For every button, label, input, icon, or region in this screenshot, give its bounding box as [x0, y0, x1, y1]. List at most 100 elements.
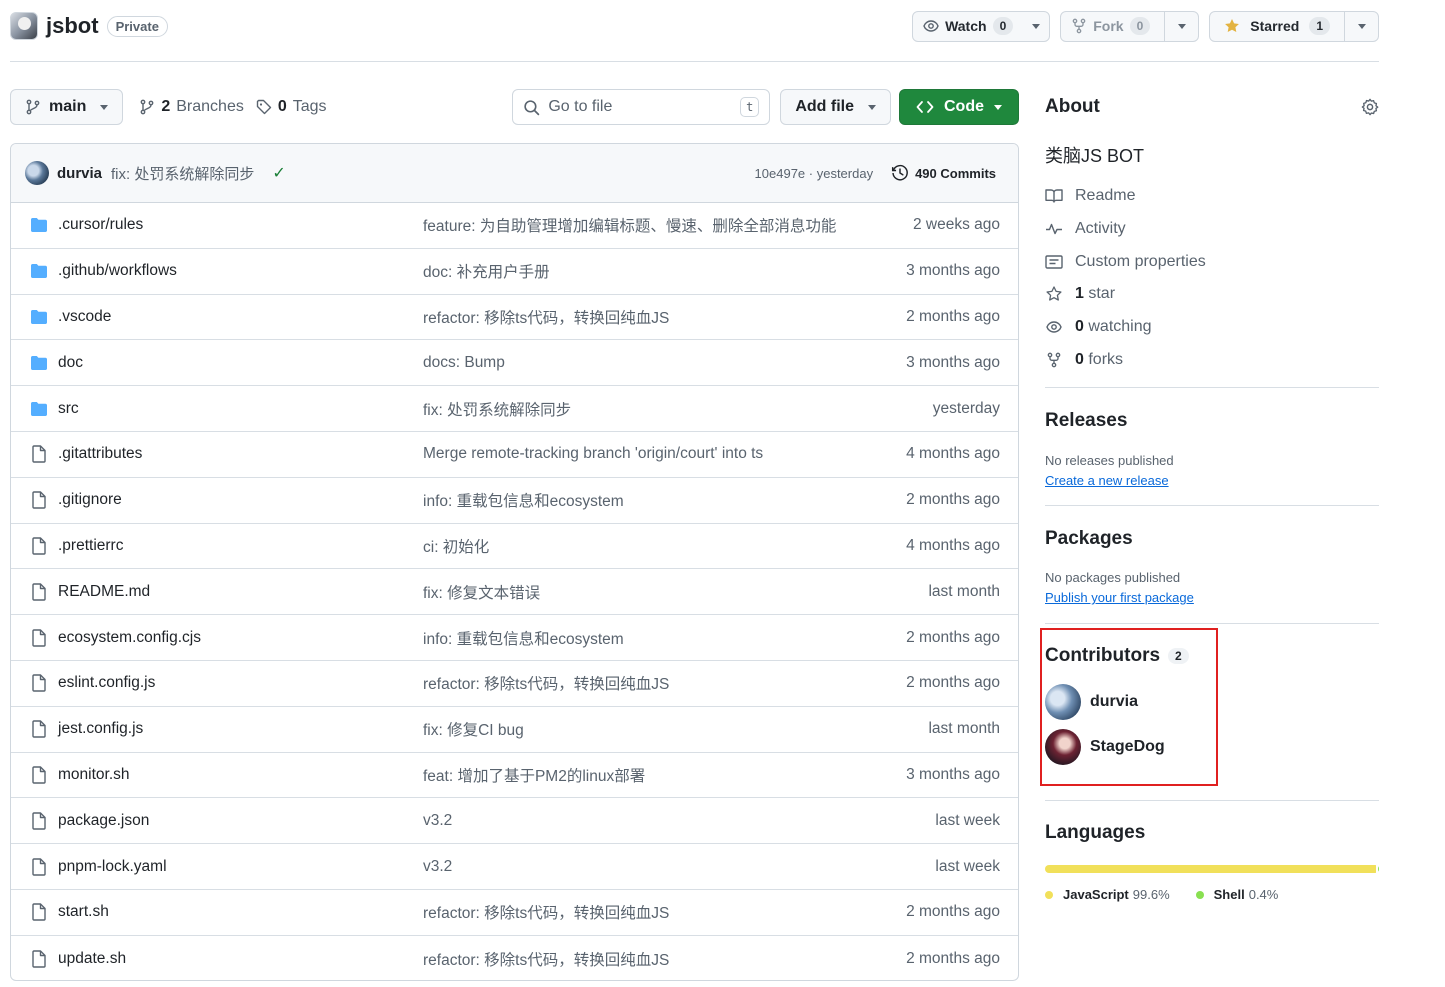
file-row[interactable]: .gitignore info: 重载包信息和ecosystem 2 months … — [11, 478, 1018, 524]
file-name[interactable]: .vscode — [58, 308, 423, 326]
file-name[interactable]: README.md — [58, 583, 423, 601]
file-commit-date: last month — [928, 720, 1000, 738]
commit-author[interactable]: durvia — [57, 165, 102, 182]
file-row[interactable]: .cursor/rules feature: 为自助管理增加编辑标题、慢速、删除全… — [11, 203, 1018, 249]
file-row[interactable]: doc docs: Bump 3 months ago — [11, 340, 1018, 387]
file-row[interactable]: .github/workflows doc: 补充用户手册 3 months ago — [11, 249, 1018, 295]
file-commit-message[interactable]: fix: 修复CI bug — [423, 718, 928, 740]
fork-button[interactable]: Fork 0 — [1061, 12, 1164, 41]
file-commit-message[interactable]: doc: 补充用户手册 — [423, 260, 906, 282]
go-to-file-input[interactable]: Go to file t — [512, 89, 771, 125]
file-commit-date: 2 months ago — [906, 949, 1000, 967]
file-name[interactable]: .cursor/rules — [58, 216, 423, 234]
fork-dropdown-button[interactable] — [1164, 11, 1198, 41]
file-commit-message[interactable]: v3.2 — [423, 858, 935, 876]
repo-name[interactable]: jsbot — [46, 13, 99, 39]
file-row[interactable]: ecosystem.config.cjs info: 重载包信息和ecosyste… — [11, 615, 1018, 661]
language-item[interactable]: JavaScript 99.6% — [1045, 887, 1170, 902]
starred-button[interactable]: Starred 1 — [1210, 12, 1344, 41]
tags-label: Tags — [292, 98, 327, 115]
chevron-down-icon — [994, 104, 1002, 110]
language-item[interactable]: Shell 0.4% — [1195, 887, 1278, 902]
file-row[interactable]: .prettierrc ci: 初始化 4 months ago — [11, 524, 1018, 570]
avatar[interactable] — [25, 161, 49, 185]
file-row[interactable]: update.sh refactor: 移除ts代码，转换回纯血JS 2 month… — [11, 936, 1018, 980]
watch-dropdown-button[interactable] — [1023, 12, 1049, 41]
file-commit-message[interactable]: refactor: 移除ts代码，转换回纯血JS — [423, 948, 906, 970]
publish-package-link[interactable]: Publish your first package — [1045, 590, 1379, 605]
file-commit-message[interactable]: Merge remote-tracking branch 'origin/cou… — [423, 445, 906, 463]
code-button[interactable]: Code — [899, 89, 1019, 125]
file-commit-message[interactable]: feat: 增加了基于PM2的linux部署 — [423, 764, 906, 786]
file-name[interactable]: start.sh — [58, 903, 423, 921]
file-commit-message[interactable]: refactor: 移除ts代码，转换回纯血JS — [423, 672, 906, 694]
sidebar: About 类脑JS BOT Readme Activity Custom prop… — [1040, 89, 1379, 902]
branch-selector[interactable]: main — [10, 89, 124, 125]
star-dropdown-button[interactable] — [1344, 11, 1378, 41]
file-row[interactable]: .gitattributes Merge remote-tracking bran… — [11, 432, 1018, 478]
file-row[interactable]: src fix: 处罚系统解除同步 yesterday — [11, 386, 1018, 432]
add-file-button[interactable]: Add file — [780, 89, 891, 125]
check-icon[interactable]: ✓ — [272, 163, 285, 183]
languages-title: Languages — [1045, 822, 1146, 844]
releases-title[interactable]: Releases — [1045, 410, 1379, 432]
file-name[interactable]: .gitignore — [58, 491, 423, 509]
file-commit-message[interactable]: fix: 修复文本错误 — [423, 581, 928, 603]
code-label: Code — [944, 98, 984, 115]
file-name[interactable]: package.json — [58, 812, 423, 830]
file-name[interactable]: doc — [58, 354, 423, 372]
file-commit-message[interactable]: refactor: 移除ts代码，转换回纯血JS — [423, 306, 906, 328]
about-item-note[interactable]: Custom properties — [1045, 245, 1379, 278]
packages-empty-text: No packages published — [1045, 570, 1181, 586]
file-commit-message[interactable]: v3.2 — [423, 812, 935, 830]
commit-message[interactable]: fix: 处罚系统解除同步 — [111, 163, 254, 184]
folder-icon — [29, 263, 49, 279]
branches-link[interactable]: 2 Branches — [139, 98, 244, 116]
file-name[interactable]: monitor.sh — [58, 766, 423, 784]
file-name[interactable]: ecosystem.config.cjs — [58, 629, 423, 647]
gear-icon[interactable] — [1361, 98, 1379, 116]
file-row[interactable]: package.json v3.2 last week — [11, 798, 1018, 845]
file-name[interactable]: .prettierrc — [58, 537, 423, 555]
file-commit-message[interactable]: refactor: 移除ts代码，转换回纯血JS — [423, 901, 906, 923]
about-item-pulse[interactable]: Activity — [1045, 213, 1379, 246]
commit-hash-time[interactable]: 10e497e · yesterday — [755, 166, 874, 181]
file-row[interactable]: jest.config.js fix: 修复CI bug last month — [11, 707, 1018, 753]
file-row[interactable]: start.sh refactor: 移除ts代码，转换回纯血JS 2 months… — [11, 890, 1018, 936]
repo-owner-avatar[interactable] — [10, 12, 38, 40]
file-commit-message[interactable]: fix: 处罚系统解除同步 — [423, 398, 933, 420]
file-row[interactable]: README.md fix: 修复文本错误 last month — [11, 569, 1018, 616]
file-name[interactable]: eslint.config.js — [58, 674, 423, 692]
file-name[interactable]: src — [58, 400, 423, 418]
file-name[interactable]: update.sh — [58, 950, 423, 968]
file-commit-message[interactable]: docs: Bump — [423, 354, 906, 372]
file-commit-message[interactable]: ci: 初始化 — [423, 535, 906, 557]
file-icon — [29, 857, 49, 876]
tags-count: 0 — [277, 98, 287, 115]
commits-count: 490 Commits — [915, 165, 996, 181]
divider — [1045, 387, 1379, 389]
file-commit-message[interactable]: info: 重载包信息和ecosystem — [423, 627, 906, 649]
file-row[interactable]: .vscode refactor: 移除ts代码，转换回纯血JS 2 months … — [11, 295, 1018, 341]
packages-title[interactable]: Packages — [1045, 528, 1379, 550]
watch-button[interactable]: Watch 0 — [913, 12, 1023, 41]
file-name[interactable]: jest.config.js — [58, 720, 423, 738]
file-row[interactable]: monitor.sh feat: 增加了基于PM2的linux部署 3 months… — [11, 753, 1018, 799]
tags-link[interactable]: 0 Tags — [256, 98, 327, 116]
file-commit-message[interactable]: info: 重载包信息和ecosystem — [423, 489, 906, 511]
chevron-down-icon — [1177, 23, 1186, 29]
commits-history-link[interactable]: 490 Commits — [891, 164, 996, 182]
about-item-eye[interactable]: 0 watching — [1045, 311, 1379, 344]
file-row[interactable]: eslint.config.js refactor: 移除ts代码，转换回纯血JS… — [11, 661, 1018, 707]
file-name[interactable]: pnpm-lock.yaml — [58, 858, 423, 876]
about-item-fork[interactable]: 0 forks — [1045, 343, 1379, 376]
file-row[interactable]: pnpm-lock.yaml v3.2 last week — [11, 844, 1018, 890]
about-item-book[interactable]: Readme — [1045, 180, 1379, 213]
file-commit-message[interactable]: feature: 为自助管理增加编辑标题、慢速、删除全部消息功能 — [423, 214, 913, 236]
file-name[interactable]: .gitattributes — [58, 445, 423, 463]
about-item-star[interactable]: 1 star — [1045, 278, 1379, 311]
language-percent: 99.6% — [1132, 887, 1170, 903]
file-name[interactable]: .github/workflows — [58, 262, 423, 280]
create-release-link[interactable]: Create a new release — [1045, 473, 1379, 488]
repo-description: 类脑JS BOT — [1045, 146, 1145, 166]
